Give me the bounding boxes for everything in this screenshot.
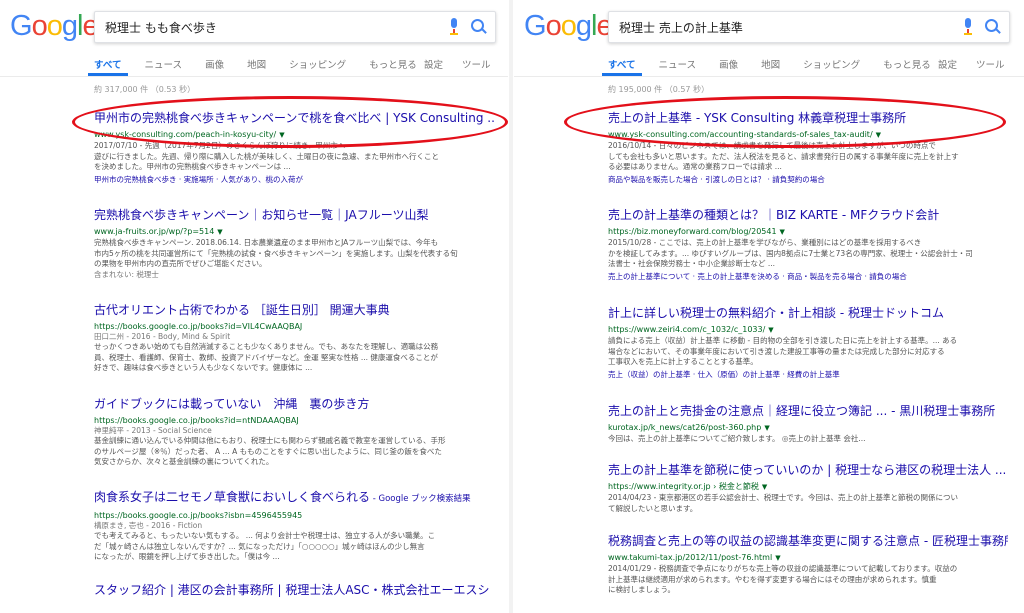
- result-title[interactable]: 売上の計上と売掛金の注意点｜経理に役立つ簿記 ... - 黒川税理士事務所: [608, 404, 1008, 419]
- search-icon[interactable]: [985, 19, 1001, 35]
- search-result: 売上の計上と売掛金の注意点｜経理に役立つ簿記 ... - 黒川税理士事務所 ku…: [608, 404, 1008, 445]
- tab-shopping[interactable]: ショッピング: [803, 57, 860, 71]
- microphone-icon[interactable]: [963, 18, 973, 36]
- tab-images[interactable]: 画像: [719, 57, 738, 71]
- search-query[interactable]: 税理士 売上の計上基準: [619, 19, 743, 36]
- google-logo[interactable]: Google: [524, 10, 613, 43]
- search-tabs: すべて ニュース 画像 地図 ショッピング もっと見る 設定 ツール: [88, 57, 491, 76]
- tab-all[interactable]: すべて: [94, 57, 121, 71]
- result-title[interactable]: スタッフ紹介 | 港区の会計事務所 | 税理士法人ASC・株式会社エーエスシ: [94, 583, 494, 598]
- result-snippet: 2014/04/23 - 東京都港区の若手公認会計士、税理士です。今回は、売上の…: [608, 493, 958, 513]
- result-title[interactable]: 売上の計上基準を節税に使っていいのか | 税理士なら港区の税理士法人 ...: [608, 463, 1008, 478]
- result-sitelinks[interactable]: 甲州市の完熟桃食べ歩き · 実施場所 · 人気があり、桃の入荷が: [94, 175, 494, 185]
- result-url: www.ja-fruits.or.jp/wp/?p=514 ▼: [94, 227, 223, 236]
- search-window-right: Google 税理士 売上の計上基準 すべて ニュース 画像 地図 ショッピング…: [514, 0, 1024, 613]
- tab-all[interactable]: すべて: [608, 57, 635, 71]
- result-snippet: 請負による売上（収益）計上基準 に移動 - 目的物の全部を引き渡した日に売上を計…: [608, 336, 958, 366]
- microphone-icon[interactable]: [449, 18, 459, 36]
- active-tab-indicator: [88, 73, 128, 76]
- result-url: https://books.google.co.jp/books?id=VIL4…: [94, 322, 303, 331]
- search-header: Google 税理士 売上の計上基準 すべて ニュース 画像 地図 ショッピング…: [514, 0, 1024, 77]
- result-snippet: 今回は、売上の計上基準についてご紹介致します。 ◎売上の計上基準 会社...: [608, 434, 866, 443]
- search-header: Google 税理士 もも食べ歩き すべて ニュース 画像 地図 ショッピング …: [0, 0, 508, 77]
- search-result: スタッフ紹介 | 港区の会計事務所 | 税理士法人ASC・株式会社エーエスシ: [94, 583, 494, 598]
- search-result: 計上に詳しい税理士の無料紹介・計上相談 - 税理士ドットコム https://w…: [608, 306, 1008, 380]
- result-snippet: でも考えてみると、もったいない気もする。 ... 何より会計士や税理士は、独立す…: [94, 531, 436, 561]
- search-window-left: Google 税理士 もも食べ歩き すべて ニュース 画像 地図 ショッピング …: [0, 0, 508, 613]
- active-tab-indicator: [602, 73, 642, 76]
- result-title[interactable]: 計上に詳しい税理士の無料紹介・計上相談 - 税理士ドットコム: [608, 306, 1008, 321]
- search-icon[interactable]: [471, 19, 487, 35]
- result-snippet: せっかくつきあい始めても自然消滅することも少なくありません。でも、あなたを理解し…: [94, 342, 439, 372]
- result-title[interactable]: 完熟桃食べ歩きキャンペーン｜お知らせ一覧｜JAフルーツ山梨: [94, 208, 494, 223]
- search-result: 完熟桃食べ歩きキャンペーン｜お知らせ一覧｜JAフルーツ山梨 www.ja-fru…: [94, 208, 494, 280]
- dropdown-caret-icon[interactable]: ▼: [780, 228, 785, 236]
- dropdown-caret-icon[interactable]: ▼: [217, 228, 222, 236]
- result-url: https://books.google.co.jp/books?id=ntND…: [94, 416, 299, 425]
- result-title[interactable]: 古代オリエント占術でわかる ［誕生日別］ 開運大事典: [94, 303, 494, 318]
- result-url: www.takumi-tax.jp/2012/11/post-76.html ▼: [608, 553, 781, 562]
- result-url: kurotax.jp/k_news/cat26/post-360.php ▼: [608, 423, 770, 432]
- result-sitelinks[interactable]: 商品や製品を販売した場合 · 引渡しの日とは？ · 請負契約の場合: [608, 175, 1008, 185]
- search-result: 税務調査と売上の等の収益の認識基準変更に関する注意点 - 匠税理士事務所 www…: [608, 534, 1008, 596]
- result-sitelinks[interactable]: 売上（収益）の計上基準 · 仕入（原価）の計上基準 · 経費の計上基準: [608, 370, 1008, 380]
- result-url: https://books.google.co.jp/books?isbn=45…: [94, 511, 303, 520]
- search-input[interactable]: 税理士 もも食べ歩き: [94, 11, 496, 43]
- result-title[interactable]: ガイドブックには載っていない 沖縄 裏の歩き方: [94, 397, 494, 412]
- highlight-ellipse: [564, 96, 1006, 148]
- result-snippet: 2014/01/29 - 税務調査で争点になりがちな売上等の収益の認識基準につい…: [608, 564, 958, 594]
- tab-news[interactable]: ニュース: [145, 57, 183, 71]
- tab-images[interactable]: 画像: [205, 57, 224, 71]
- google-logo[interactable]: Google: [10, 10, 99, 43]
- result-meta: 構原まき, 壱也 - 2016 - Fiction: [94, 521, 203, 530]
- dropdown-caret-icon[interactable]: ▼: [762, 483, 767, 491]
- dropdown-caret-icon[interactable]: ▼: [768, 326, 773, 334]
- search-result: 肉食系女子は二セモノ草食獣においしく食べられる - Google ブック検索結果…: [94, 490, 494, 563]
- tab-maps[interactable]: 地図: [247, 57, 266, 71]
- highlight-ellipse: [72, 96, 508, 148]
- result-snippet: 基金訓練に通い込んでいる仲間は他にもおり、税理士にも関わらず親戚名義で教室を運営…: [94, 436, 446, 466]
- result-title[interactable]: 売上の計上基準の種類とは？｜BIZ KARTE - MFクラウド会計: [608, 208, 1008, 223]
- missing-terms: 含まれない: 税理士: [94, 269, 159, 279]
- result-url: https://www.integrity.or.jp › 税金と節税 ▼: [608, 482, 768, 491]
- pane-divider: [509, 0, 513, 613]
- result-title-suffix: - Google ブック検索結果: [370, 494, 471, 504]
- tools-link[interactable]: ツール: [462, 57, 491, 71]
- search-input[interactable]: 税理士 売上の計上基準: [608, 11, 1010, 43]
- settings-link[interactable]: 設定: [424, 57, 443, 71]
- tools-link[interactable]: ツール: [976, 57, 1005, 71]
- search-tabs: すべて ニュース 画像 地図 ショッピング もっと見る 設定 ツール: [602, 57, 1005, 76]
- result-snippet: 完熟桃食べ歩きキャンペーン. 2018.06.14. 日本農業遺産のまま甲州市と…: [94, 238, 458, 268]
- result-title[interactable]: 肉食系女子は二セモノ草食獣においしく食べられる - Google ブック検索結果: [94, 490, 494, 507]
- settings-link[interactable]: 設定: [938, 57, 957, 71]
- tab-maps[interactable]: 地図: [761, 57, 780, 71]
- result-title[interactable]: 税務調査と売上の等の収益の認識基準変更に関する注意点 - 匠税理士事務所: [608, 534, 1008, 549]
- search-result: 売上の計上基準の種類とは？｜BIZ KARTE - MFクラウド会計 https…: [608, 208, 1008, 282]
- search-query[interactable]: 税理士 もも食べ歩き: [105, 19, 217, 36]
- tab-shopping[interactable]: ショッピング: [289, 57, 346, 71]
- tab-news[interactable]: ニュース: [659, 57, 697, 71]
- result-stats: 約 317,000 件 （0.53 秒）: [94, 85, 196, 94]
- result-stats: 約 195,000 件 （0.57 秒）: [608, 85, 710, 94]
- result-meta: 神里純平 - 2013 - Social Science: [94, 426, 212, 435]
- search-result: ガイドブックには載っていない 沖縄 裏の歩き方 https://books.go…: [94, 397, 494, 468]
- result-url: https://www.zeiri4.com/c_1032/c_1033/▼: [608, 325, 774, 334]
- dropdown-caret-icon[interactable]: ▼: [775, 554, 780, 562]
- result-url: https://biz.moneyforward.com/blog/20541 ▼: [608, 227, 785, 236]
- result-sitelinks[interactable]: 売上の計上基準について · 売上の計上基準を決める · 商品・製品を売る場合 ·…: [608, 272, 1008, 282]
- search-result: 古代オリエント占術でわかる ［誕生日別］ 開運大事典 https://books…: [94, 303, 494, 374]
- result-snippet: 2015/10/28 - ここでは、売上の計上基準を学びながら、業種別にはどの基…: [608, 238, 973, 268]
- dropdown-caret-icon[interactable]: ▼: [764, 424, 769, 432]
- result-meta: 田口二州 - 2016 - Body, Mind & Spirit: [94, 332, 231, 341]
- search-result: 売上の計上基準を節税に使っていいのか | 税理士なら港区の税理士法人 ... h…: [608, 463, 1008, 514]
- tab-more[interactable]: もっと見る: [369, 57, 417, 71]
- tab-more[interactable]: もっと見る: [883, 57, 931, 71]
